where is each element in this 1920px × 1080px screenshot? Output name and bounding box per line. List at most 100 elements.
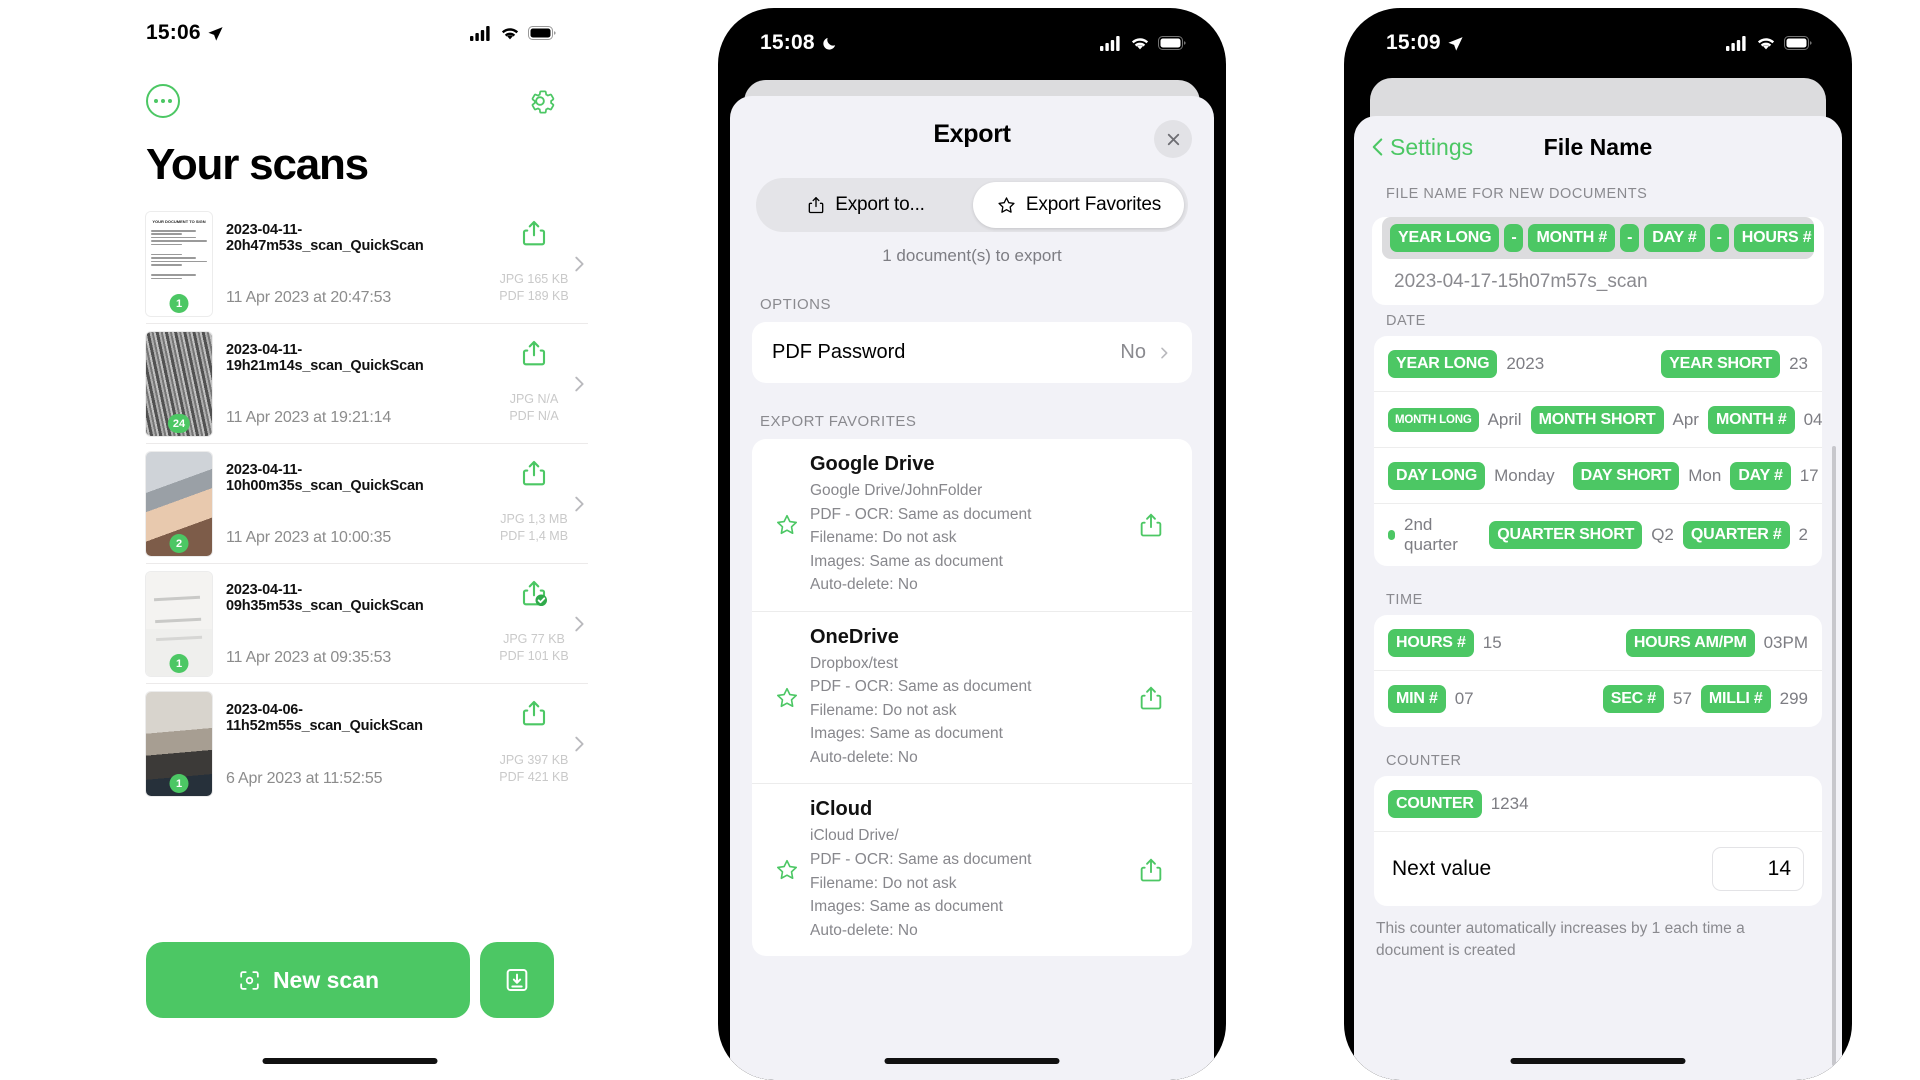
list-item[interactable]: YOUR DOCUMENT TO SIGN 1 2023-04-11-20h47… <box>146 204 588 324</box>
token-chip[interactable]: YEAR LONG <box>1390 224 1500 252</box>
list-item[interactable]: OneDrive Dropbox/test PDF - OCR: Same as… <box>752 612 1192 785</box>
close-button[interactable] <box>1154 120 1192 158</box>
favorite-share-button[interactable] <box>1128 856 1174 884</box>
home-indicator <box>1510 1058 1686 1064</box>
token-chip-quarter-number[interactable]: QUARTER # <box>1682 521 1790 549</box>
scan-pdf-size: PDF 189 KB <box>499 289 569 304</box>
token-value: 299 <box>1779 689 1808 708</box>
tab-export-to[interactable]: Export to... <box>760 182 971 228</box>
favorite-autodelete: Auto-delete: No <box>810 921 918 939</box>
more-dots-icon[interactable] <box>146 84 180 118</box>
scan-thumbnail[interactable]: 24 <box>146 332 212 436</box>
pdf-password-value-group: No <box>1120 341 1172 364</box>
token-chip-day-long[interactable]: DAY LONG <box>1388 461 1486 490</box>
export-mode-segmented-control[interactable]: Export to... Export Favorites <box>756 178 1188 232</box>
scan-sizes: JPG 165 KB PDF 189 KB <box>499 271 568 305</box>
token-value: April <box>1487 409 1522 429</box>
token-chip-milli-number[interactable]: MILLI # <box>1700 685 1771 713</box>
favorite-star-button[interactable] <box>770 685 804 711</box>
chevron-right-icon[interactable] <box>568 613 590 635</box>
pdf-password-label: PDF Password <box>772 341 906 363</box>
list-item[interactable]: Google Drive Google Drive/JohnFolder PDF… <box>752 439 1192 612</box>
scrollbar[interactable] <box>1832 446 1836 1066</box>
import-button[interactable] <box>480 942 554 1018</box>
favorite-star-button[interactable] <box>770 512 804 538</box>
token-chip[interactable]: - <box>1504 224 1524 252</box>
token-chip-quarter-short[interactable]: QUARTER SHORT <box>1489 521 1643 549</box>
token-chip-hours-ampm[interactable]: HOURS AM/PM <box>1625 628 1755 657</box>
gear-icon[interactable] <box>524 85 556 117</box>
token-chip-counter[interactable]: COUNTER <box>1388 789 1482 818</box>
list-item[interactable]: 2 2023-04-11-10h00m35s_scan_QuickScan 11… <box>146 444 588 564</box>
back-to-settings-button[interactable]: Settings <box>1370 134 1473 161</box>
scan-pdf-size: PDF 101 KB <box>499 649 569 664</box>
list-item[interactable]: 1 2023-04-06-11h52m55s_scan_QuickScan 6 … <box>146 684 588 804</box>
export-favorites-section-label: EXPORT FAVORITES <box>760 413 917 430</box>
scan-pdf-size: PDF N/A <box>509 409 559 424</box>
file-name-pattern-field[interactable]: YEAR LONG - MONTH # - DAY # - HOURS # h … <box>1372 217 1824 305</box>
tab-export-favorites[interactable]: Export Favorites <box>973 182 1184 228</box>
pdf-password-row[interactable]: PDF Password No <box>752 322 1192 383</box>
token-chip-month-number[interactable]: MONTH # <box>1707 405 1795 434</box>
favorite-path: Google Drive/JohnFolder <box>810 482 983 499</box>
notch <box>1508 8 1688 42</box>
wifi-icon <box>501 27 519 39</box>
scan-thumbnail[interactable]: 1 <box>146 572 212 676</box>
chevron-right-icon[interactable] <box>568 733 590 755</box>
scan-sizes: JPG 77 KB PDF 101 KB <box>499 631 568 665</box>
share-up-icon[interactable] <box>519 698 549 728</box>
list-item[interactable]: 1 2023-04-11-09h35m53s_scan_QuickScan 11… <box>146 564 588 684</box>
time-section-label: TIME <box>1386 592 1423 608</box>
token-chip[interactable]: DAY # <box>1644 224 1705 252</box>
favorite-title: iCloud <box>810 798 873 821</box>
next-value-input[interactable]: 14 <box>1712 847 1804 891</box>
token-chip[interactable]: - <box>1709 224 1729 252</box>
share-up-icon <box>1140 859 1162 882</box>
token-value: 1234 <box>1490 793 1529 813</box>
list-item[interactable]: 24 2023-04-11-19h21m14s_scan_QuickScan 1… <box>146 324 588 444</box>
token-chip-year-short[interactable]: YEAR SHORT <box>1661 349 1781 378</box>
chevron-right-icon[interactable] <box>568 253 590 275</box>
favorite-share-button[interactable] <box>1128 511 1174 539</box>
list-item[interactable]: iCloud iCloud Drive/ PDF - OCR: Same as … <box>752 784 1192 956</box>
favorite-path: Dropbox/test <box>810 654 898 672</box>
scan-thumbnail[interactable]: 2 <box>146 452 212 556</box>
star-icon <box>998 196 1015 213</box>
file-name-preview: 2023-04-17-15h07m57s_scan <box>1394 271 1648 292</box>
favorite-share-button[interactable] <box>1128 684 1174 712</box>
chevron-right-icon[interactable] <box>568 373 590 395</box>
home-indicator <box>884 1058 1060 1064</box>
chevron-right-icon[interactable] <box>568 493 590 515</box>
share-up-icon[interactable] <box>519 218 549 248</box>
token-chip-year-long[interactable]: YEAR LONG <box>1388 349 1498 378</box>
token-chip[interactable]: HOURS # <box>1733 224 1814 252</box>
token-row: YEAR LONG 2023 YEAR SHORT 23 <box>1374 336 1822 392</box>
token-value: 57 <box>1672 689 1692 708</box>
favorite-star-button[interactable] <box>770 857 804 883</box>
share-up-checked-icon[interactable] <box>519 578 549 608</box>
token-chip-min-number[interactable]: MIN # <box>1388 685 1446 713</box>
token-chip-day-number[interactable]: DAY # <box>1730 461 1791 490</box>
token-chip[interactable]: - <box>1620 224 1640 252</box>
token-chip-month-long[interactable]: MONTH LONG <box>1388 407 1479 432</box>
location-arrow-icon <box>208 26 223 41</box>
scan-thumbnail[interactable]: 1 <box>146 692 212 796</box>
token-row: MONTH LONG April MONTH SHORT Apr MONTH #… <box>1374 392 1823 448</box>
documents-to-export-count: 1 document(s) to export <box>882 246 1062 265</box>
new-scan-button[interactable]: New scan <box>146 942 470 1018</box>
star-icon <box>776 514 798 534</box>
token-chip-quarter-long-clipped[interactable] <box>1388 530 1396 540</box>
token-chip[interactable]: MONTH # <box>1528 224 1616 252</box>
token-chip-month-short[interactable]: MONTH SHORT <box>1530 405 1664 434</box>
token-chip-hours-number[interactable]: HOURS # <box>1388 628 1474 657</box>
favorite-pdf-ocr: PDF - OCR: Same as document <box>810 505 1032 523</box>
cellular-bars-icon <box>1726 35 1746 51</box>
share-up-icon[interactable] <box>519 338 549 368</box>
phone-3-file-name-settings: 15:09 Settings File Name FILE NAME FOR N… <box>1344 8 1852 1080</box>
scan-thumbnail[interactable]: YOUR DOCUMENT TO SIGN 1 <box>146 212 212 316</box>
file-name-token-strip[interactable]: YEAR LONG - MONTH # - DAY # - HOURS # h … <box>1382 217 1814 259</box>
share-up-icon[interactable] <box>519 458 549 488</box>
token-chip-day-short[interactable]: DAY SHORT <box>1572 461 1680 490</box>
token-chip-sec-number[interactable]: SEC # <box>1602 685 1664 713</box>
crescent-moon-icon <box>823 37 835 50</box>
